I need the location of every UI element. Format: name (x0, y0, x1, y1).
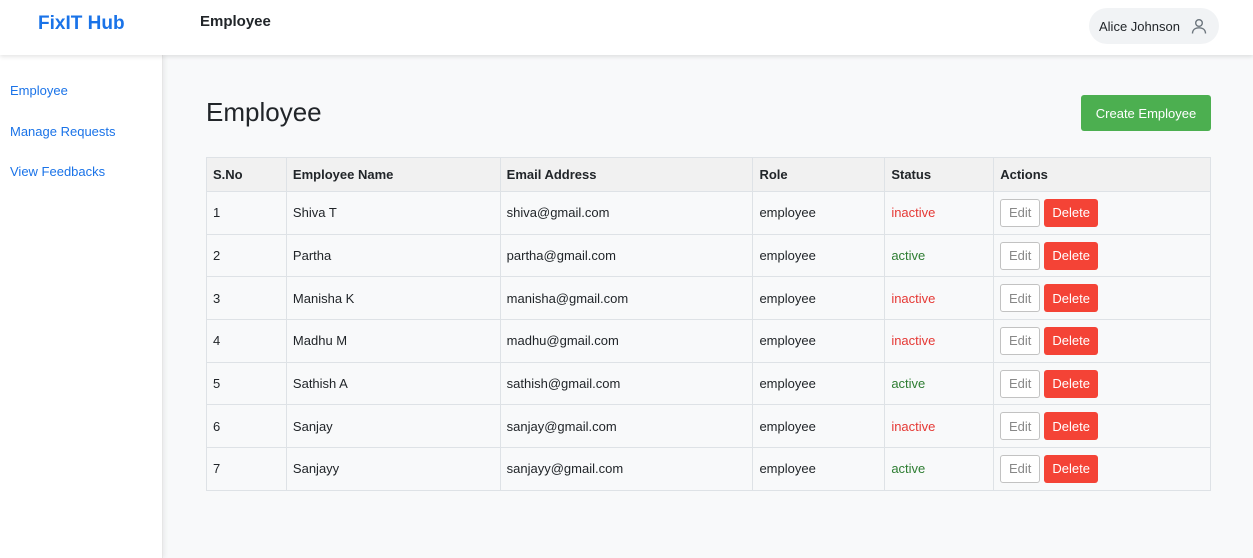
edit-button[interactable]: Edit (1000, 284, 1041, 313)
employee-table: S.No Employee Name Email Address Role St… (206, 157, 1211, 491)
edit-button[interactable]: Edit (1000, 454, 1041, 483)
cell-sno: 2 (206, 233, 287, 278)
status-badge: inactive (884, 404, 995, 449)
cell-actions: Edit Delete (993, 319, 1211, 363)
sidebar: Employee Manage Requests View Feedbacks (0, 55, 163, 558)
cell-actions: Edit Delete (993, 404, 1211, 449)
cell-email: partha@gmail.com (499, 233, 754, 278)
col-employee-name: Employee Name (285, 157, 501, 192)
cell-sno: 5 (206, 361, 287, 406)
cell-sno: 7 (206, 447, 287, 491)
status-badge: active (884, 361, 995, 406)
sidebar-item-view-feedbacks[interactable]: View Feedbacks (10, 164, 105, 180)
table-row: 1 Shiva T shiva@gmail.com employee inact… (206, 191, 1211, 235)
cell-actions: Edit Delete (993, 361, 1211, 406)
cell-employee-name: Sathish A (285, 361, 501, 406)
col-actions: Actions (993, 157, 1211, 192)
col-status: Status (884, 157, 995, 192)
delete-button[interactable]: Delete (1044, 241, 1099, 270)
user-icon (1190, 17, 1208, 35)
create-employee-button[interactable]: Create Employee (1081, 95, 1211, 131)
table-header-row: S.No Employee Name Email Address Role St… (206, 157, 1211, 192)
cell-employee-name: Sanjay (285, 404, 501, 449)
cell-email: shiva@gmail.com (499, 191, 754, 235)
top-navbar: FixIT Hub Employee Alice Johnson (0, 0, 1253, 55)
cell-employee-name: Manisha K (285, 276, 501, 321)
cell-role: employee (752, 191, 886, 235)
page-title: Employee (206, 97, 322, 127)
cell-role: employee (752, 404, 886, 449)
cell-employee-name: Partha (285, 233, 501, 278)
user-menu[interactable]: Alice Johnson (1089, 8, 1219, 44)
cell-employee-name: Sanjayy (285, 447, 501, 491)
edit-button[interactable]: Edit (1000, 326, 1041, 355)
delete-button[interactable]: Delete (1044, 326, 1099, 355)
user-name: Alice Johnson (1099, 18, 1180, 34)
cell-email: sanjay@gmail.com (499, 404, 754, 449)
cell-employee-name: Shiva T (285, 191, 501, 235)
table-row: 3 Manisha K manisha@gmail.com employee i… (206, 276, 1211, 321)
status-badge: inactive (884, 276, 995, 321)
status-badge: inactive (884, 319, 995, 363)
cell-email: manisha@gmail.com (499, 276, 754, 321)
delete-button[interactable]: Delete (1044, 454, 1099, 483)
cell-sno: 1 (206, 191, 287, 235)
brand-logo[interactable]: FixIT Hub (38, 12, 125, 36)
cell-sno: 3 (206, 276, 287, 321)
cell-actions: Edit Delete (993, 276, 1211, 321)
cell-actions: Edit Delete (993, 191, 1211, 235)
cell-email: sathish@gmail.com (499, 361, 754, 406)
sidebar-item-manage-requests[interactable]: Manage Requests (10, 124, 116, 140)
delete-button[interactable]: Delete (1044, 369, 1099, 398)
cell-role: employee (752, 447, 886, 491)
cell-role: employee (752, 319, 886, 363)
status-badge: active (884, 447, 995, 491)
cell-actions: Edit Delete (993, 233, 1211, 278)
edit-button[interactable]: Edit (1000, 198, 1041, 227)
edit-button[interactable]: Edit (1000, 369, 1041, 398)
table-row: 7 Sanjayy sanjayy@gmail.com employee act… (206, 447, 1211, 491)
header-title: Employee (200, 13, 271, 30)
cell-role: employee (752, 361, 886, 406)
sidebar-item-employee[interactable]: Employee (10, 83, 68, 99)
edit-button[interactable]: Edit (1000, 241, 1041, 270)
cell-sno: 4 (206, 319, 287, 363)
col-sno: S.No (206, 157, 287, 192)
table-row: 2 Partha partha@gmail.com employee activ… (206, 233, 1211, 278)
cell-email: sanjayy@gmail.com (499, 447, 754, 491)
cell-role: employee (752, 233, 886, 278)
delete-button[interactable]: Delete (1044, 198, 1099, 227)
cell-email: madhu@gmail.com (499, 319, 754, 363)
col-email-address: Email Address (499, 157, 754, 192)
delete-button[interactable]: Delete (1044, 284, 1099, 313)
cell-employee-name: Madhu M (285, 319, 501, 363)
main-content: Employee Create Employee S.No Employee N… (164, 55, 1253, 558)
table-row: 4 Madhu M madhu@gmail.com employee inact… (206, 319, 1211, 363)
col-role: Role (752, 157, 886, 192)
delete-button[interactable]: Delete (1044, 412, 1099, 441)
status-badge: inactive (884, 191, 995, 235)
table-row: 5 Sathish A sathish@gmail.com employee a… (206, 361, 1211, 406)
edit-button[interactable]: Edit (1000, 412, 1041, 441)
cell-role: employee (752, 276, 886, 321)
status-badge: active (884, 233, 995, 278)
cell-sno: 6 (206, 404, 287, 449)
cell-actions: Edit Delete (993, 447, 1211, 491)
table-row: 6 Sanjay sanjay@gmail.com employee inact… (206, 404, 1211, 449)
